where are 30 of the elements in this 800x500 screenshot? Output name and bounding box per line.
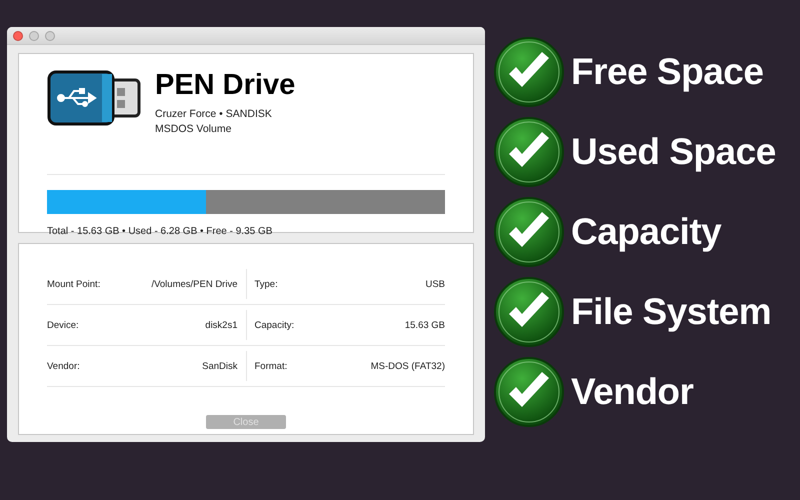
feature-label: File System: [571, 291, 772, 333]
drive-name: PEN Drive: [155, 70, 296, 102]
info-value: SanDisk: [202, 360, 238, 372]
feature-label: Vendor: [571, 371, 694, 413]
info-label: Type:: [254, 278, 278, 290]
window-close-button[interactable]: [13, 30, 23, 40]
info-label: Format:: [254, 360, 288, 372]
window-minimize-button[interactable]: [29, 30, 39, 40]
info-label: Device:: [47, 320, 79, 330]
checkmark-icon: [493, 276, 565, 348]
info-value: 15.63 GB: [404, 320, 445, 330]
usb-drive-icon: [47, 70, 141, 126]
volume-type: MSDOS Volume: [155, 122, 232, 137]
feature-label: Capacity: [571, 211, 722, 253]
info-value: USB: [425, 278, 445, 290]
info-value: /Volumes/PEN Drive: [151, 278, 238, 290]
usage-summary: Total - 15.63 GB • Used - 6.28 GB • Free - 9.35 GB: [47, 226, 274, 237]
drive-model: Cruzer Force • SANDISK: [155, 106, 273, 122]
info-value: disk2s1: [205, 320, 238, 330]
window-zoom-button[interactable]: [45, 30, 55, 40]
checkmark-icon: [493, 356, 565, 428]
info-label: Capacity:: [254, 320, 294, 330]
checkmark-icon: [493, 196, 565, 268]
checkmark-icon: [493, 116, 565, 188]
info-value: MS-DOS (FAT32): [370, 360, 445, 372]
feature-label: Used Space: [571, 131, 776, 173]
info-label: Vendor:: [47, 360, 80, 372]
info-label: Mount Point:: [47, 278, 100, 290]
checkmark-icon: [493, 36, 565, 108]
feature-label: Free Space: [571, 51, 764, 93]
